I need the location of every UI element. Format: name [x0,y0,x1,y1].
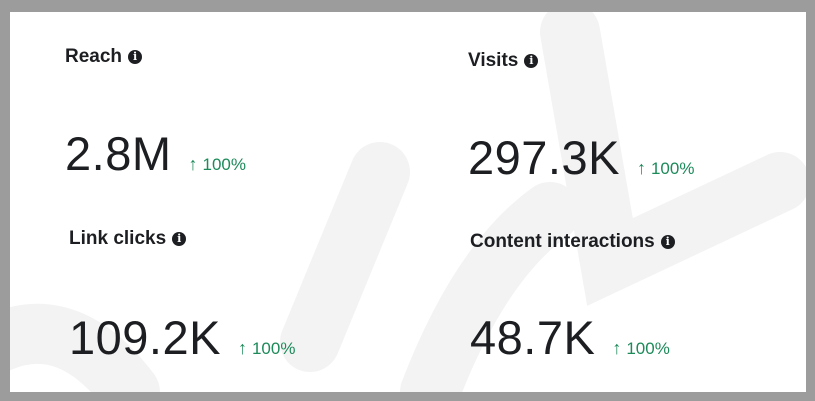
metrics-card: Reach i 2.8M ↑ 100% Visits i 297.3K ↑ 10… [10,12,806,392]
metric-value: 109.2K [69,311,221,364]
metric-visits-value-row: 297.3K ↑ 100% [468,130,694,185]
change-indicator: ↑ 100% [238,338,295,359]
arrow-up-icon: ↑ [636,158,646,178]
change-percent: 100% [626,339,670,358]
metric-title: Visits i [468,50,539,72]
arrow-up-icon: ↑ [188,154,198,174]
metric-title: Content interactions i [470,231,675,253]
info-icon[interactable]: i [172,232,187,246]
metric-content-interactions-value-row: 48.7K ↑ 100% [470,310,670,365]
info-icon[interactable]: i [660,235,675,249]
change-indicator: ↑ 100% [189,154,246,175]
info-icon[interactable]: i [524,54,539,68]
arrow-up-icon: ↑ [237,338,247,358]
metric-title-label: Reach [65,46,123,67]
metric-reach-value-row: 2.8M ↑ 100% [65,126,246,181]
metric-link-clicks-value-row: 109.2K ↑ 100% [69,310,295,365]
metric-content-interactions: Content interactions i [470,231,675,253]
metric-link-clicks: Link clicks i [69,228,187,250]
change-percent: 100% [650,159,695,178]
metric-title-label: Link clicks [69,228,167,249]
arrow-up-icon: ↑ [612,338,622,358]
metric-visits: Visits i [468,50,539,72]
metric-value: 2.8M [65,127,172,180]
change-indicator: ↑ 100% [612,338,669,359]
info-icon[interactable]: i [128,50,143,64]
change-percent: 100% [251,339,296,358]
metric-reach: Reach i [65,46,143,68]
metric-title-label: Content interactions [470,231,655,252]
metric-value: 297.3K [468,131,620,184]
metric-value: 48.7K [470,311,596,364]
change-indicator: ↑ 100% [637,158,694,179]
change-percent: 100% [202,155,246,174]
metric-title-label: Visits [468,50,519,71]
metric-title: Link clicks i [69,228,187,250]
metric-title: Reach i [65,46,143,68]
